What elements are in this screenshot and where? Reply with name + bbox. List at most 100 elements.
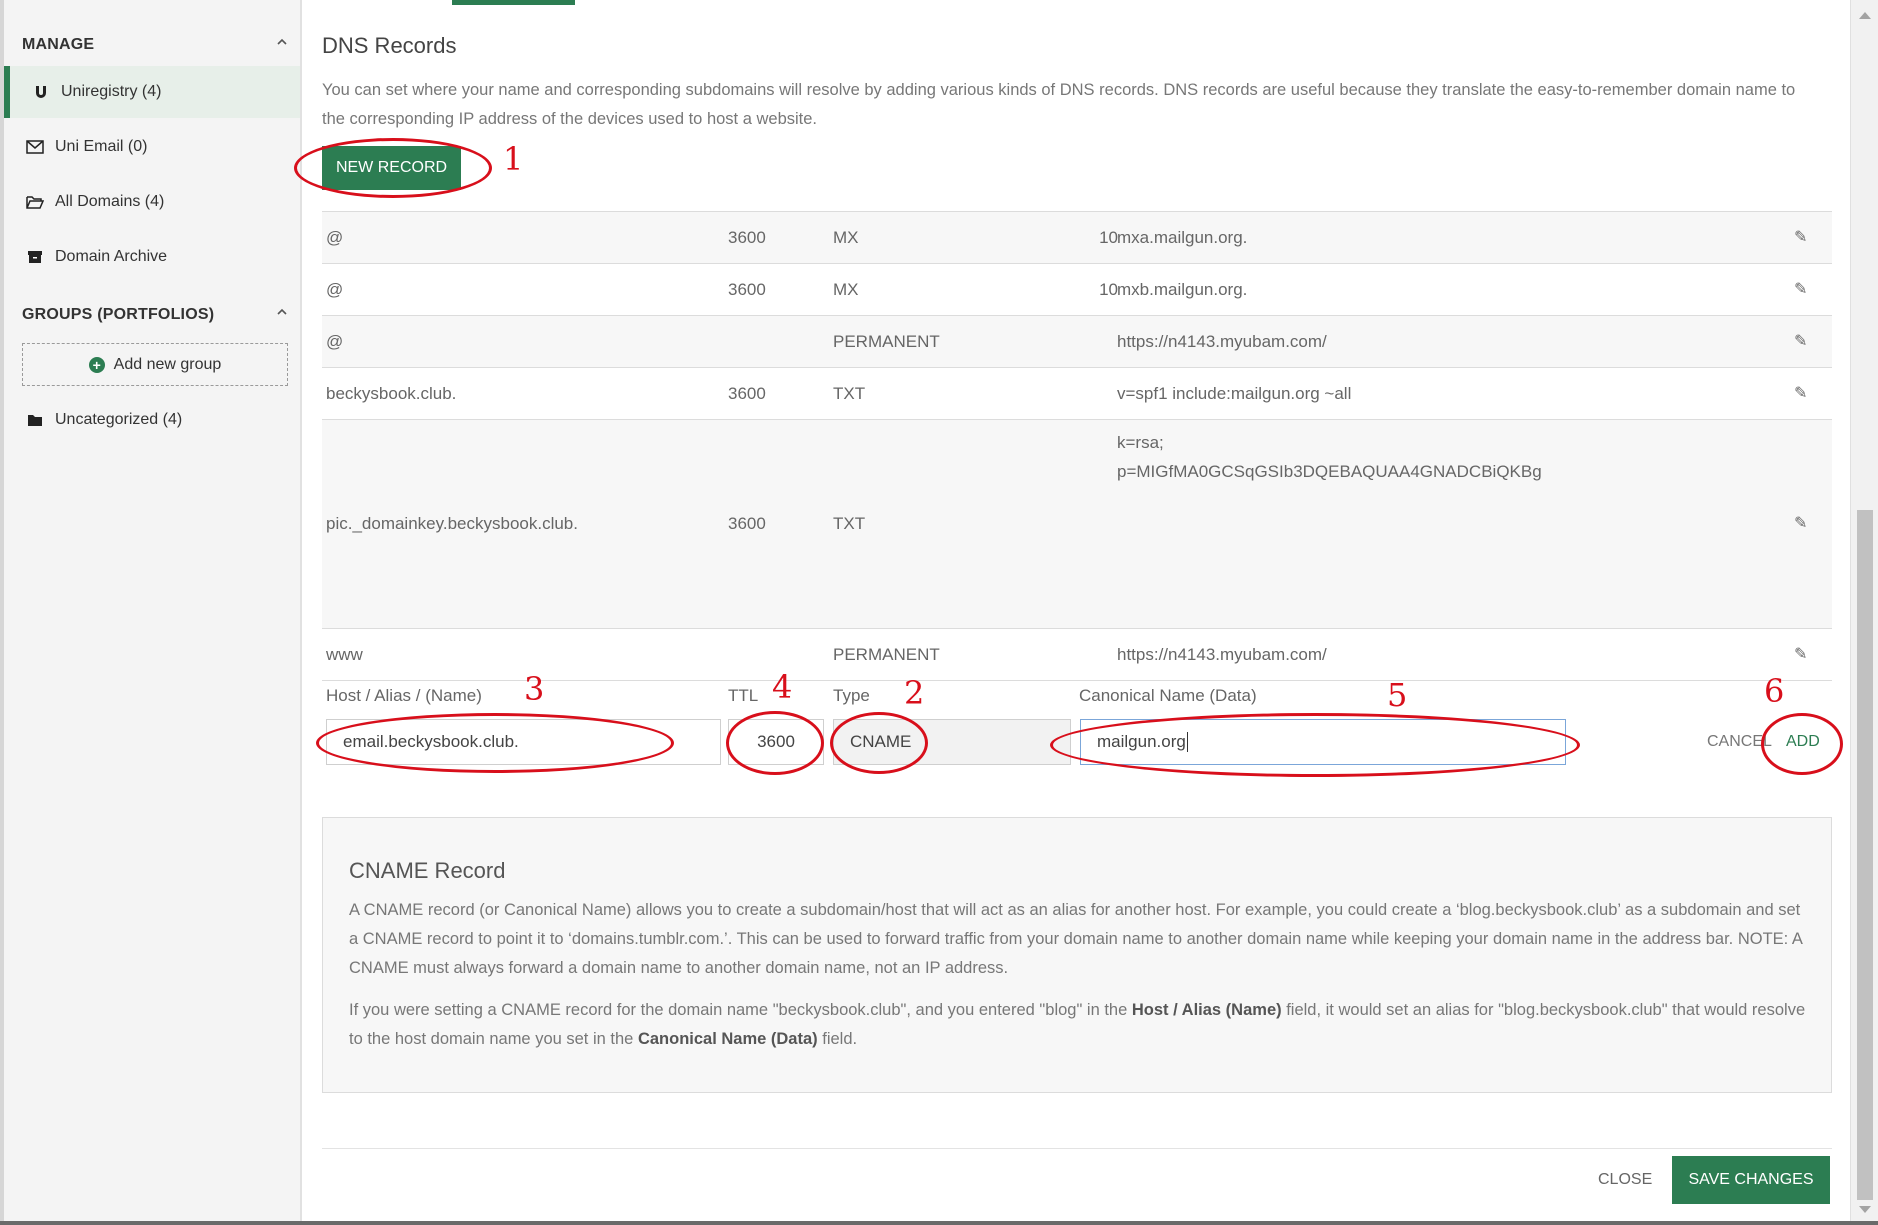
- scroll-up-icon[interactable]: [1859, 12, 1871, 19]
- record-host: @: [326, 280, 344, 299]
- annotation-number: 6: [1764, 672, 1785, 710]
- folder-open-icon: [24, 195, 46, 209]
- sidebar-item-label: Domain Archive: [55, 248, 168, 265]
- annotation-number: 2: [904, 674, 925, 712]
- info-title: CNAME Record: [349, 858, 506, 883]
- record-ttl: 3600: [728, 280, 766, 299]
- record-ttl: 3600: [728, 514, 766, 533]
- sidebar-item-uncategorized[interactable]: Uncategorized (4): [4, 394, 300, 446]
- record-data-line: p=MIGfMA0GCSqGSIb3DQEBAQUAA4GNADCBiQKBg: [1117, 462, 1542, 481]
- sidebar-item-label: Uni Email (0): [55, 138, 148, 155]
- record-priority: [1078, 498, 1118, 550]
- record-data-line: k=rsa;: [1117, 433, 1164, 452]
- active-tab-indicator: [452, 0, 575, 5]
- table-row: @ PERMANENT https://n4143.myubam.com/ ✎: [322, 316, 1832, 368]
- plus-circle-icon: +: [88, 356, 105, 373]
- annotation-number: 5: [1387, 676, 1408, 714]
- host-label: Host / Alias / (Name): [326, 686, 482, 705]
- data-label: Canonical Name (Data): [1079, 686, 1257, 705]
- scroll-thumb[interactable]: [1857, 510, 1873, 1200]
- info-text: If you were setting a CNAME record for t…: [349, 1001, 1132, 1019]
- record-data: mxa.mailgun.org.: [1117, 228, 1248, 247]
- groups-collapse-icon[interactable]: [276, 306, 288, 318]
- table-row: @ 3600 MX 10 mxb.mailgun.org. ✎: [322, 264, 1832, 316]
- manage-collapse-icon[interactable]: [276, 36, 288, 48]
- record-data: https://n4143.myubam.com/: [1117, 645, 1327, 664]
- record-priority: [1078, 368, 1118, 420]
- record-type: PERMANENT: [833, 332, 940, 351]
- page-title: DNS Records: [322, 33, 457, 58]
- annotation-oval: [726, 711, 824, 775]
- ttl-label: TTL: [728, 686, 759, 705]
- record-priority: [1078, 629, 1118, 681]
- sidebar-item-label: Uniregistry (4): [61, 83, 162, 100]
- record-data: mxb.mailgun.org.: [1117, 280, 1248, 299]
- dns-records-table: @ 3600 MX 10 mxa.mailgun.org. ✎ @ 3600 M…: [322, 211, 1832, 681]
- info-emphasis: Canonical Name (Data): [637, 1030, 818, 1048]
- annotation-oval: [1050, 713, 1580, 777]
- sidebar-item-uniregistry[interactable]: Uniregistry (4): [4, 66, 300, 118]
- record-host: www: [326, 645, 363, 664]
- record-type: TXT: [833, 514, 866, 533]
- folder-icon: [24, 413, 46, 427]
- pencil-icon[interactable]: ✎: [1794, 264, 1816, 316]
- groups-heading: GROUPS (PORTFOLIOS): [22, 306, 215, 323]
- type-label: Type: [833, 686, 870, 705]
- sidebar-item-label: Uncategorized (4): [55, 411, 183, 428]
- sidebar: MANAGE Uniregistry (4) Uni Email (0) All…: [0, 0, 302, 1225]
- magnet-icon: [30, 84, 52, 100]
- table-row: beckysbook.club. 3600 TXT v=spf1 include…: [322, 368, 1832, 420]
- vertical-scrollbar[interactable]: [1850, 0, 1878, 1225]
- record-host: beckysbook.club.: [326, 384, 457, 403]
- close-button[interactable]: CLOSE: [1598, 1171, 1652, 1189]
- record-type: MX: [833, 280, 859, 299]
- record-data: v=spf1 include:mailgun.org ~all: [1117, 384, 1352, 403]
- info-paragraph: If you were setting a CNAME record for t…: [349, 996, 1807, 1054]
- sidebar-item-label: All Domains (4): [55, 193, 165, 210]
- info-paragraph: A CNAME record (or Canonical Name) allow…: [349, 901, 1803, 977]
- record-priority: 10: [1099, 228, 1118, 247]
- annotation-oval: [294, 138, 492, 198]
- record-ttl: 3600: [728, 228, 766, 247]
- table-row: pic._domainkey.beckysbook.club. 3600 TXT…: [322, 420, 1832, 629]
- record-type: TXT: [833, 384, 866, 403]
- sidebar-item-all-domains[interactable]: All Domains (4): [4, 176, 300, 228]
- annotation-oval: [830, 712, 928, 774]
- table-row: @ 3600 MX 10 mxa.mailgun.org. ✎: [322, 212, 1832, 264]
- annotation-oval: [1761, 713, 1843, 775]
- pencil-icon[interactable]: ✎: [1794, 498, 1816, 550]
- annotation-oval: [316, 713, 674, 773]
- add-new-group-button[interactable]: + Add new group: [22, 343, 288, 386]
- annotation-number: 3: [524, 670, 545, 708]
- record-priority: [1078, 316, 1118, 368]
- manage-heading: MANAGE: [22, 36, 95, 53]
- add-group-label: Add new group: [113, 355, 222, 373]
- record-data: k=rsa; p=MIGfMA0GCSqGSIb3DQEBAQUAA4GNADC…: [1117, 420, 1542, 481]
- record-host: pic._domainkey.beckysbook.club.: [326, 514, 578, 533]
- record-host: @: [326, 332, 344, 351]
- intro-text: You can set where your name and correspo…: [322, 81, 1796, 128]
- record-priority: 10: [1099, 280, 1118, 299]
- pencil-icon[interactable]: ✎: [1794, 629, 1816, 681]
- annotation-number: 4: [772, 668, 793, 706]
- pencil-icon[interactable]: ✎: [1794, 368, 1816, 420]
- record-data: https://n4143.myubam.com/: [1117, 332, 1327, 351]
- record-host: @: [326, 228, 344, 247]
- footer-divider: [322, 1148, 1832, 1149]
- archive-icon: [24, 250, 46, 264]
- annotation-number: 1: [503, 140, 524, 178]
- record-ttl: 3600: [728, 384, 766, 403]
- pencil-icon[interactable]: ✎: [1794, 212, 1816, 264]
- table-row: www PERMANENT https://n4143.myubam.com/ …: [322, 629, 1832, 681]
- sidebar-item-domain-archive[interactable]: Domain Archive: [4, 231, 300, 283]
- envelope-icon: [24, 140, 46, 154]
- record-type: MX: [833, 228, 859, 247]
- save-changes-button[interactable]: SAVE CHANGES: [1672, 1156, 1830, 1204]
- cname-info-box: CNAME Record A CNAME record (or Canonica…: [322, 817, 1832, 1093]
- window-bottom-border: [0, 1221, 1878, 1225]
- scroll-down-icon[interactable]: [1859, 1206, 1871, 1213]
- sidebar-item-uni-email[interactable]: Uni Email (0): [4, 121, 300, 173]
- info-text: field.: [817, 1030, 858, 1048]
- pencil-icon[interactable]: ✎: [1794, 316, 1816, 368]
- info-emphasis: Host / Alias (Name): [1131, 1001, 1282, 1019]
